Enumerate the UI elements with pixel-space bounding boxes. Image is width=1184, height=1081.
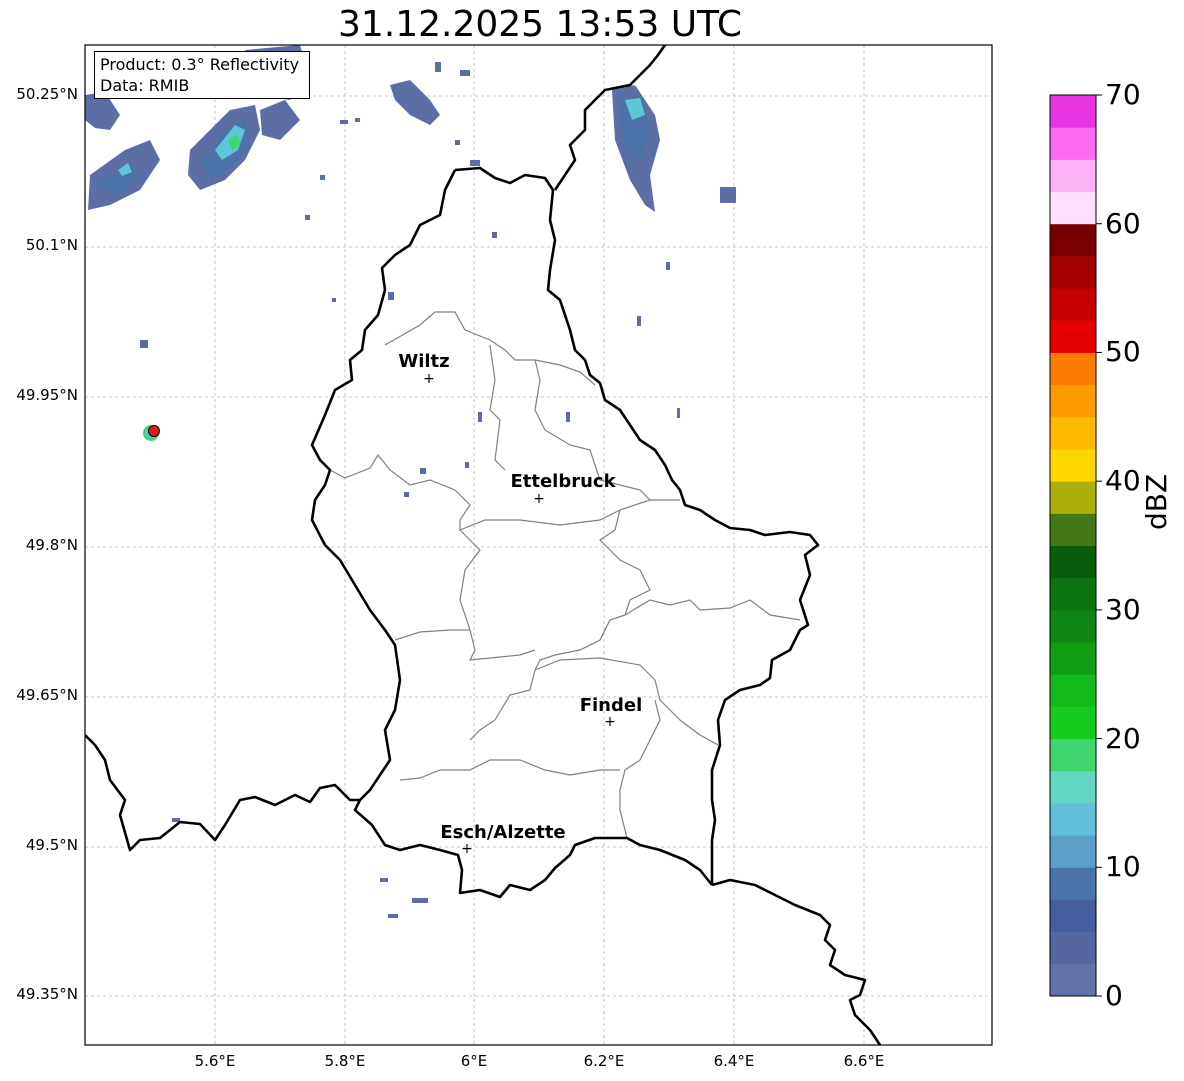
colorbar-segment bbox=[1050, 770, 1096, 804]
city-label: Ettelbruck bbox=[510, 471, 616, 492]
colorbar-tick-label: 50 bbox=[1105, 335, 1141, 369]
radar-map: Wiltz + Ettelbruck + Findel + Esch/Alzet… bbox=[84, 44, 1102, 1046]
lon-label: 6.2°E bbox=[583, 1052, 625, 1070]
colorbar-segment bbox=[1050, 577, 1096, 611]
colorbar-segment bbox=[1050, 191, 1096, 225]
colorbar-segment bbox=[1050, 352, 1096, 386]
radar-site-marker[interactable] bbox=[148, 425, 160, 437]
city-label: Esch/Alzette bbox=[440, 822, 565, 843]
colorbar-segment bbox=[1050, 320, 1096, 353]
colorbar-segment bbox=[1050, 416, 1096, 450]
colorbar-segment bbox=[1050, 642, 1096, 675]
colorbar-segment bbox=[1050, 899, 1096, 933]
city-marker-icon: + bbox=[461, 841, 473, 857]
colorbar-segment bbox=[1050, 867, 1096, 900]
lat-label: 50.25°N bbox=[16, 85, 78, 103]
colorbar-segment bbox=[1050, 384, 1096, 418]
colorbar-segment bbox=[1050, 738, 1096, 772]
colorbar-tick-label: 0 bbox=[1105, 979, 1123, 1012]
lon-label: 6°E bbox=[460, 1052, 488, 1070]
colorbar-tick-label: 10 bbox=[1105, 850, 1141, 884]
colorbar-tick-label: 40 bbox=[1105, 464, 1141, 498]
city-marker-icon: + bbox=[423, 371, 435, 387]
colorbar-segment bbox=[1050, 223, 1096, 257]
colorbar-segment bbox=[1050, 609, 1096, 643]
colorbar-segment bbox=[1050, 448, 1096, 482]
lat-label: 49.8°N bbox=[25, 536, 78, 554]
lon-label: 6.6°E bbox=[843, 1052, 885, 1070]
city-marker-icon: + bbox=[533, 491, 545, 507]
lon-label: 5.6°E bbox=[194, 1052, 236, 1070]
colorbar bbox=[1049, 94, 1102, 997]
colorbar-unit-label: dBZ bbox=[1140, 473, 1173, 530]
colorbar-tick-label: 70 bbox=[1105, 78, 1141, 111]
colorbar-segment bbox=[1050, 835, 1096, 868]
colorbar-segment bbox=[1050, 963, 1096, 997]
colorbar-segment bbox=[1050, 545, 1096, 579]
colorbar-tick-label: 30 bbox=[1105, 592, 1141, 626]
colorbar-segment bbox=[1050, 706, 1096, 740]
lat-label: 49.65°N bbox=[16, 686, 78, 704]
city-label: Wiltz bbox=[398, 351, 449, 372]
colorbar-segment bbox=[1050, 674, 1096, 707]
colorbar-segment bbox=[1050, 255, 1096, 289]
data-source-label: Data: RMIB bbox=[100, 76, 190, 95]
colorbar-segment bbox=[1050, 95, 1096, 128]
lon-label: 6.4°E bbox=[713, 1052, 755, 1070]
product-info-box: Product: 0.3° Reflectivity Data: RMIB bbox=[94, 51, 310, 99]
lat-label: 49.35°N bbox=[16, 985, 78, 1003]
colorbar-segment bbox=[1050, 127, 1096, 160]
city-marker-icon: + bbox=[604, 714, 616, 730]
city-label: Findel bbox=[580, 695, 643, 716]
colorbar-segment bbox=[1050, 802, 1096, 836]
colorbar-segment bbox=[1050, 288, 1096, 321]
colorbar-segment bbox=[1050, 513, 1096, 546]
colorbar-segment bbox=[1050, 159, 1096, 193]
lon-label: 5.8°E bbox=[324, 1052, 366, 1070]
lat-label: 50.1°N bbox=[25, 236, 78, 254]
colorbar-tick-label: 60 bbox=[1105, 206, 1141, 240]
colorbar-segment bbox=[1050, 481, 1096, 514]
lat-label: 49.5°N bbox=[25, 836, 78, 854]
lat-label: 49.95°N bbox=[16, 386, 78, 404]
colorbar-tick-label: 20 bbox=[1105, 721, 1141, 755]
product-label: Product: 0.3° Reflectivity bbox=[100, 55, 300, 74]
colorbar-segment bbox=[1050, 931, 1096, 965]
